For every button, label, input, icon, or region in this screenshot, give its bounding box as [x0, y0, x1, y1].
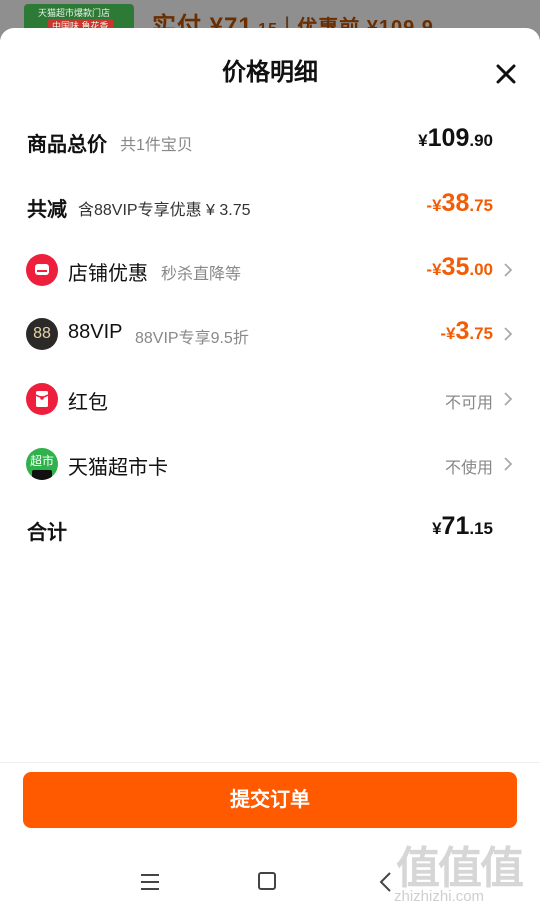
red-packet-label: 红包 [68, 392, 108, 414]
tmall-card-label: 天猫超市卡 [68, 457, 168, 479]
back-icon[interactable] [378, 871, 392, 893]
home-icon[interactable] [258, 872, 276, 890]
vip88-amount: -¥3.75 [440, 317, 493, 346]
row-goods-total: 商品总价 共1件宝贝 ¥109.90 [0, 116, 540, 166]
goods-total-label: 商品总价 [27, 134, 107, 156]
currency: -¥ [440, 324, 456, 343]
amount-int: 109 [427, 124, 470, 152]
currency: -¥ [426, 260, 442, 279]
amount-dec: .90 [469, 131, 493, 150]
row-total-reduce: 共减 含88VIP专享优惠 ¥ 3.75 -¥38.75 [0, 181, 540, 231]
divider [0, 762, 540, 763]
row-tmall-card[interactable]: 超市 天猫超市卡 不使用 [0, 439, 540, 489]
menu-icon[interactable] [140, 873, 160, 891]
system-nav-bar [0, 855, 540, 915]
shop-discount-label: 店铺优惠 [68, 263, 148, 285]
amount-dec: .00 [469, 260, 493, 279]
amount-dec: .75 [469, 196, 493, 215]
currency: ¥ [432, 519, 442, 538]
shop-icon [26, 254, 58, 286]
red-packet-icon [26, 383, 58, 415]
tmall-card-icon: 超市 [26, 448, 58, 480]
amount-int: 71 [441, 512, 470, 540]
tmall-card-status: 不使用 [444, 460, 493, 477]
currency: ¥ [418, 131, 428, 150]
close-icon [496, 64, 516, 84]
vip88-note: 88VIP专享9.5折 [135, 330, 249, 347]
amount-int: 3 [455, 317, 470, 345]
total-reduce-note: 含88VIP专享优惠 ¥ 3.75 [78, 202, 251, 219]
vip88-icon-text: 88 [33, 325, 51, 342]
sum-label: 合计 [27, 522, 67, 544]
sheet-title: 价格明细 [222, 59, 318, 86]
row-shop-discount[interactable]: 店铺优惠 秒杀直降等 -¥35.00 [0, 245, 540, 295]
goods-total-amount: ¥109.90 [418, 124, 493, 153]
row-sum: 合计 ¥71.15 [0, 504, 540, 554]
red-packet-status: 不可用 [444, 395, 493, 412]
chevron-right-icon [504, 392, 513, 406]
vip88-icon: 88 [26, 318, 58, 350]
total-reduce-label: 共减 [27, 199, 67, 221]
total-reduce-amount: -¥38.75 [426, 189, 493, 218]
sum-amount: ¥71.15 [432, 512, 493, 541]
goods-total-count: 共1件宝贝 [120, 137, 193, 154]
tmall-card-icon-text: 超市 [29, 454, 54, 468]
chevron-right-icon [504, 457, 513, 471]
amount-int: 38 [441, 189, 470, 217]
row-88vip[interactable]: 88 88VIP 88VIP专享9.5折 -¥3.75 [0, 309, 540, 359]
close-button[interactable] [490, 58, 522, 90]
amount-dec: .15 [469, 519, 493, 538]
amount-int: 35 [441, 253, 470, 281]
thumbnail-caption: 天猫超市爆款门店 [38, 8, 111, 18]
chevron-right-icon [504, 263, 513, 277]
vip88-label: 88VIP [68, 321, 123, 343]
row-red-packet[interactable]: 红包 不可用 [0, 374, 540, 424]
currency: -¥ [426, 196, 442, 215]
shop-discount-amount: -¥35.00 [426, 253, 493, 282]
chevron-right-icon [504, 327, 513, 341]
shop-discount-note: 秒杀直降等 [161, 266, 242, 283]
amount-dec: .75 [469, 324, 493, 343]
submit-order-button[interactable]: 提交订单 [23, 772, 517, 828]
